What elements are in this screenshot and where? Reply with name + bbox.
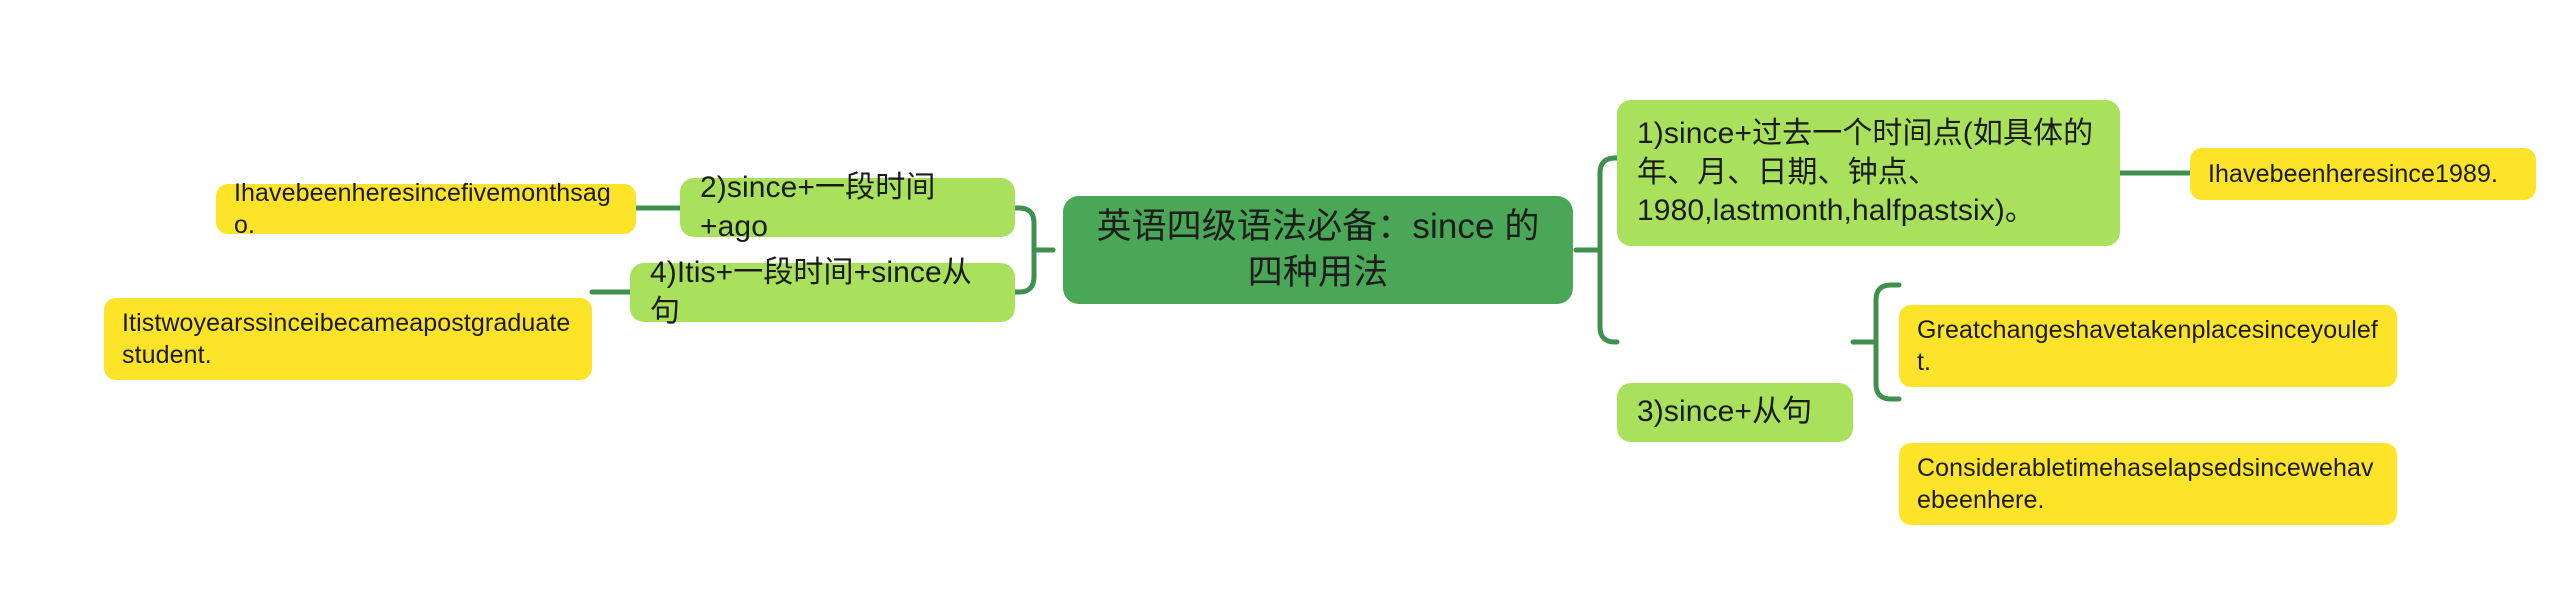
branch-node-usage4-label: 4)Itis+一段时间+since从句	[650, 256, 972, 328]
connector-left-to-usage4	[1012, 274, 1037, 295]
leaf-node-example1[interactable]: Ihavebeenheresince1989.	[2190, 148, 2536, 200]
leaf-node-example2[interactable]: Ihavebeenheresincefivemonthsago.	[216, 179, 636, 239]
leaf-node-example4-label: Itistwoyearssinceibecameapostgraduatestu…	[122, 309, 571, 369]
connector-usage3-to-example3a	[1873, 282, 1902, 303]
connector-usage3-to-example3b	[1873, 381, 1902, 402]
branch-node-usage1-label: 1)since+过去一个时间点(如具体的年、月、日期、钟点、1980,lastm…	[1637, 117, 2094, 228]
branch-node-usage2-label: 2)since+一段时间+ago	[700, 171, 936, 243]
leaf-node-example4[interactable]: Itistwoyearssinceibecameapostgraduatestu…	[104, 298, 592, 380]
branch-node-usage3[interactable]: 3)since+从句	[1617, 383, 1853, 442]
leaf-node-example2-label: Ihavebeenheresincefivemonthsago.	[234, 179, 611, 239]
mindmap-canvas: 英语四级语法必备：since 的四种用法 1)since+过去一个时间点(如具体…	[0, 0, 2560, 615]
connector-left-to-usage2	[1012, 205, 1037, 226]
root-node[interactable]: 英语四级语法必备：since 的四种用法	[1063, 196, 1573, 304]
leaf-node-example3b-label: Considerabletimehaselapsedsincewehavebee…	[1917, 454, 2374, 514]
connector-right-to-usage3	[1597, 324, 1620, 345]
branch-node-usage2[interactable]: 2)since+一段时间+ago	[680, 171, 1015, 243]
branch-node-usage1[interactable]: 1)since+过去一个时间点(如具体的年、月、日期、钟点、1980,lastm…	[1617, 100, 2120, 246]
leaf-node-example3a[interactable]: Greatchangeshavetakenplacesinceyouleft.	[1899, 305, 2397, 387]
root-node-label: 英语四级语法必备：since 的四种用法	[1096, 206, 1540, 292]
leaf-node-example1-label: Ihavebeenheresince1989.	[2208, 160, 2499, 188]
connector-right-to-usage1	[1597, 155, 1620, 176]
branch-node-usage3-label: 3)since+从句	[1637, 395, 1813, 429]
leaf-node-example3a-label: Greatchangeshavetakenplacesinceyouleft.	[1917, 316, 2378, 376]
leaf-node-example3b[interactable]: Considerabletimehaselapsedsincewehavebee…	[1899, 443, 2397, 525]
branch-node-usage4[interactable]: 4)Itis+一段时间+since从句	[630, 256, 1015, 328]
